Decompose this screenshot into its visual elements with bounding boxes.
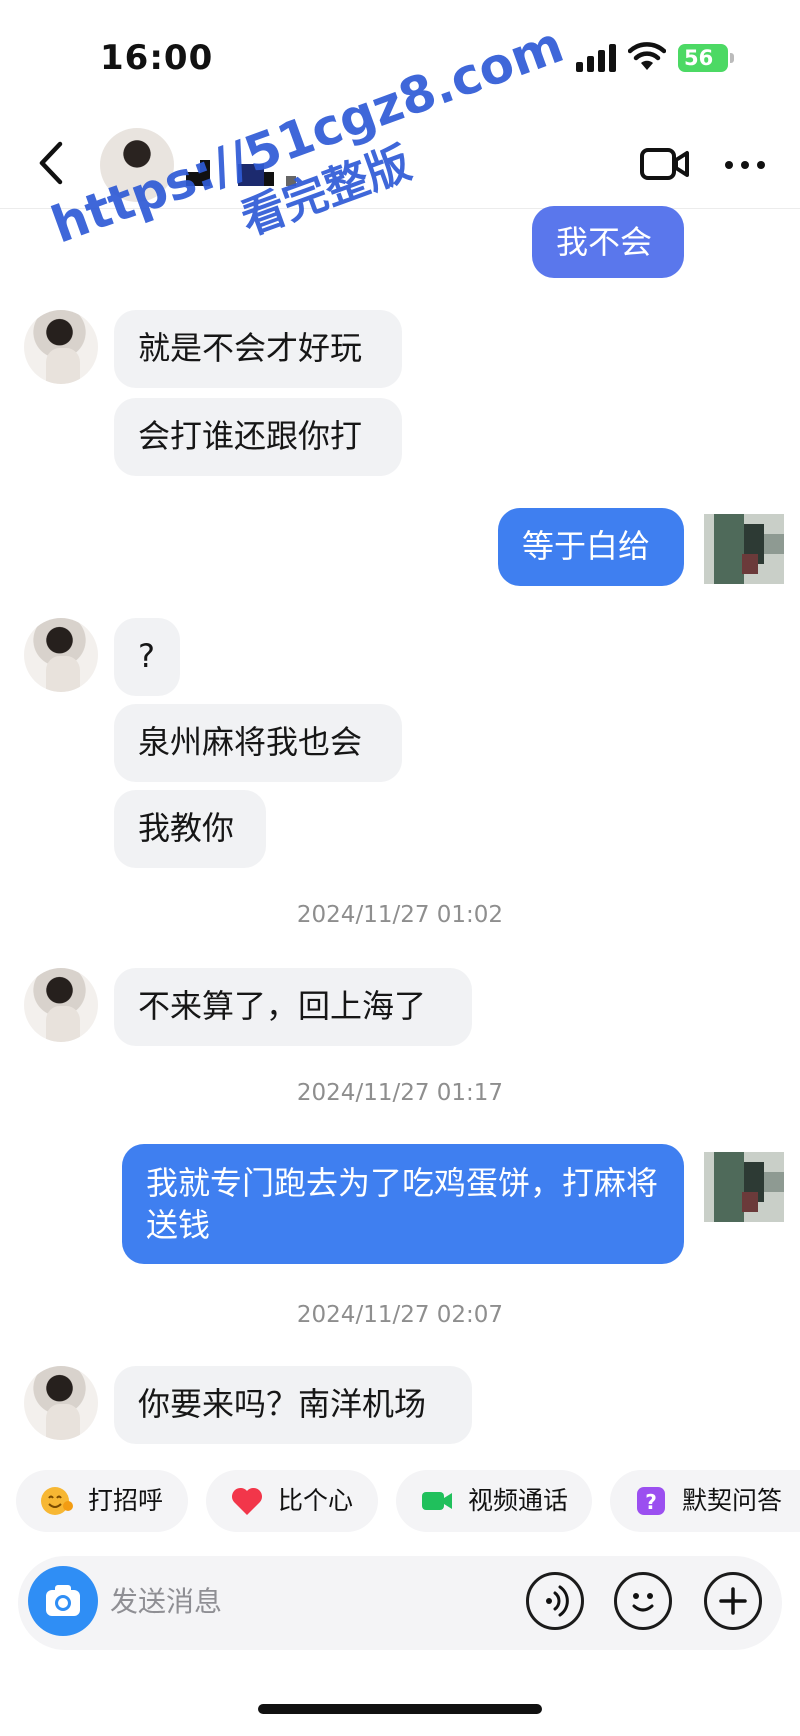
video-camera-icon[interactable]: [640, 146, 690, 182]
message-bubble-incoming[interactable]: 会打谁还跟你打: [114, 398, 402, 476]
quick-action-video-call[interactable]: 视频通话: [396, 1470, 592, 1532]
message-timestamp: 2024/11/27 01:17: [296, 1080, 504, 1106]
question-box-icon: ?: [637, 1487, 665, 1515]
battery-tip: [730, 53, 734, 63]
quick-action-quiz[interactable]: ? 默契问答: [610, 1470, 800, 1532]
message-bubble-incoming[interactable]: ?: [114, 618, 180, 696]
camera-icon: [46, 1585, 80, 1616]
quick-action-label: 视频通话: [468, 1486, 569, 1515]
contact-avatar-small[interactable]: [24, 310, 98, 384]
own-avatar-pixelated[interactable]: [704, 1152, 784, 1222]
quick-action-greet[interactable]: 打招呼: [16, 1470, 188, 1532]
message-bubble-incoming[interactable]: 就是不会才好玩: [114, 310, 402, 388]
message-bubble-incoming[interactable]: 我教你: [114, 790, 266, 868]
more-options-icon[interactable]: [722, 150, 768, 180]
quick-action-heart[interactable]: 比个心: [206, 1470, 378, 1532]
wifi-icon: [628, 42, 666, 70]
smile-wave-icon: [41, 1487, 73, 1515]
contact-avatar-small[interactable]: [24, 1366, 98, 1440]
quick-action-label: 默契问答: [682, 1486, 783, 1515]
video-call-icon: [422, 1492, 452, 1510]
contact-avatar-small[interactable]: [24, 968, 98, 1042]
emoji-smile-icon: [632, 1593, 654, 1612]
quick-action-label: 比个心: [278, 1486, 354, 1515]
message-timestamp: 2024/11/27 01:02: [296, 902, 504, 928]
quick-action-label: 打招呼: [88, 1486, 164, 1515]
message-input[interactable]: 发送消息: [110, 1580, 222, 1624]
status-time: 16:00: [100, 38, 214, 78]
back-arrow-icon[interactable]: [32, 138, 72, 188]
message-bubble-outgoing[interactable]: 我就专门跑去为了吃鸡蛋饼，打麻将送钱: [122, 1144, 684, 1264]
message-timestamp: 2024/11/27 02:07: [296, 1302, 504, 1328]
plus-icon: [719, 1587, 747, 1615]
message-bubble-outgoing[interactable]: 等于白给: [498, 508, 684, 586]
emoji-button[interactable]: [614, 1572, 672, 1630]
message-bubble-outgoing[interactable]: 我不会: [532, 206, 684, 278]
voice-input-button[interactable]: [526, 1572, 584, 1630]
add-more-button[interactable]: [704, 1572, 762, 1630]
battery-indicator: 56: [678, 44, 728, 72]
home-indicator: [258, 1704, 542, 1714]
heart-icon: [231, 1487, 263, 1515]
message-bubble-incoming[interactable]: 泉州麻将我也会: [114, 704, 402, 782]
cellular-signal-icon: [576, 44, 616, 72]
message-bubble-incoming[interactable]: 不来算了，回上海了: [114, 968, 472, 1046]
svg-text:?: ?: [645, 1490, 657, 1514]
camera-button[interactable]: [28, 1566, 98, 1636]
own-avatar-pixelated[interactable]: [704, 514, 784, 584]
message-bubble-incoming[interactable]: 你要来吗？南洋机场: [114, 1366, 472, 1444]
voice-wave-icon: [546, 1585, 569, 1617]
contact-avatar-small[interactable]: [24, 618, 98, 692]
